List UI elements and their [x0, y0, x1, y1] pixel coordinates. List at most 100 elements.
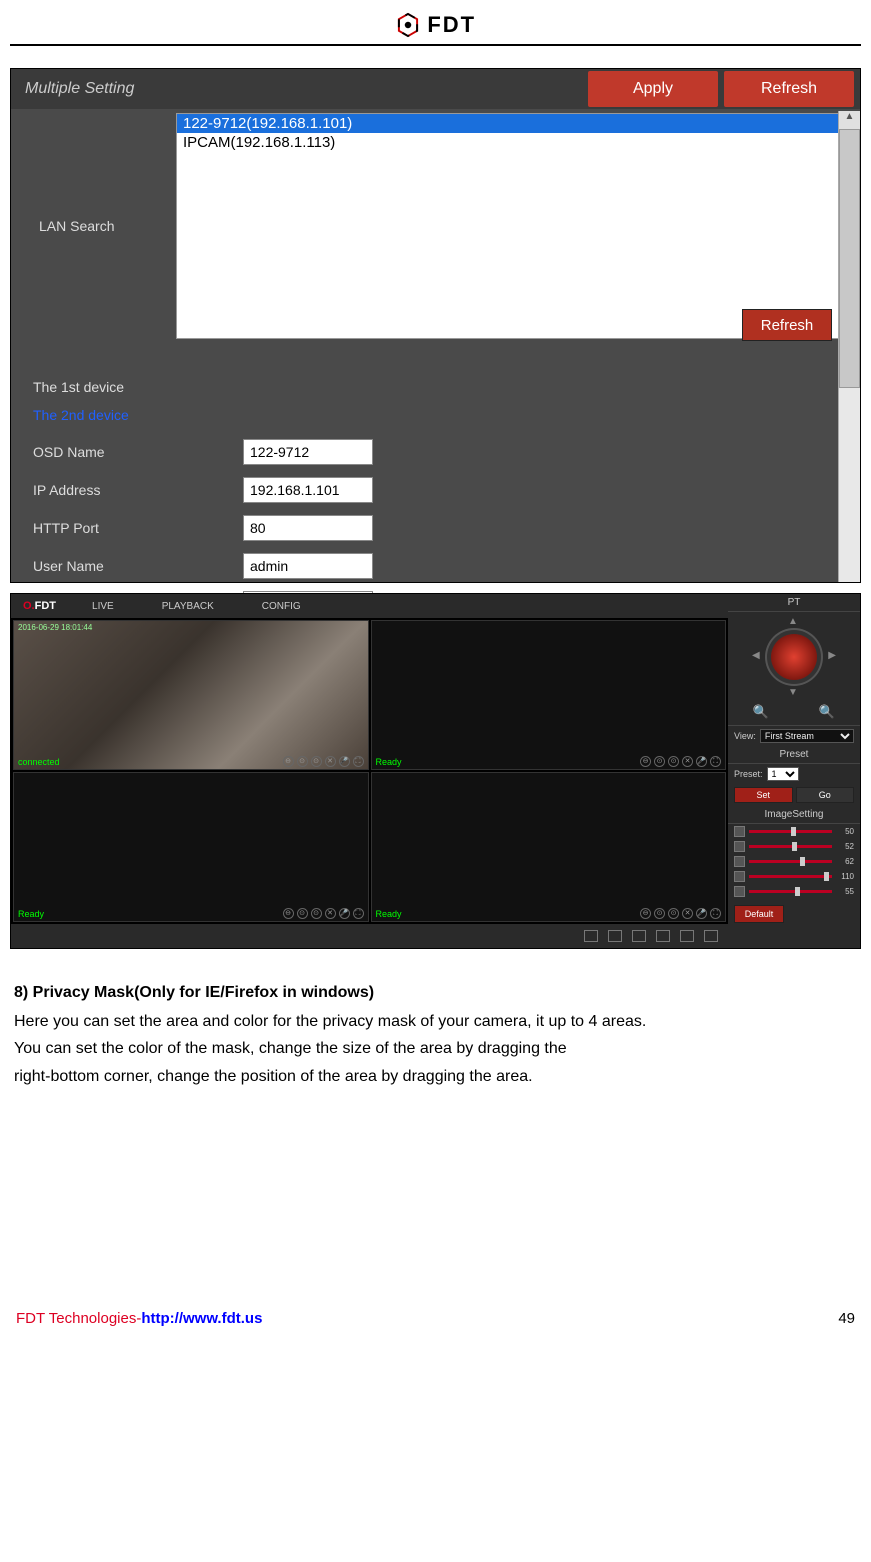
mute-icon[interactable]: ✕ [682, 908, 693, 919]
mic-icon[interactable]: 🎤 [339, 908, 350, 919]
ctrl-icon[interactable]: ⊙ [297, 908, 308, 919]
app-logo: O.FDT [11, 600, 68, 612]
ctrl-icon[interactable]: ⊙ [311, 908, 322, 919]
slider-contrast[interactable]: 52 [728, 839, 860, 854]
live-view-screenshot: O.FDT LIVE PLAYBACK CONFIG 2016-06-29 18… [10, 593, 861, 949]
scrollbar[interactable]: ▲ [838, 111, 860, 582]
layout-list-icon[interactable] [680, 930, 694, 942]
nav-config[interactable]: CONFIG [238, 601, 325, 612]
osd-name-label: OSD Name [33, 444, 243, 460]
expand-icon[interactable]: ⛶ [353, 756, 364, 767]
mute-icon[interactable]: ✕ [325, 756, 336, 767]
slider-saturation[interactable]: 110 [728, 869, 860, 884]
sd-icon[interactable] [632, 930, 646, 942]
lan-search-label: LAN Search [11, 113, 176, 339]
zoom-out-icon[interactable]: 🔍 [819, 704, 835, 720]
layout-grid-icon[interactable] [704, 930, 718, 942]
status-connected: connected [18, 757, 60, 767]
user-name-input[interactable] [243, 553, 373, 579]
ctrl-icon[interactable]: ⊖ [640, 908, 651, 919]
slider-hue[interactable]: 62 [728, 854, 860, 869]
apply-button[interactable]: Apply [588, 71, 718, 107]
video-cell-2[interactable]: Ready ⊖⊙⊙✕🎤⛶ [371, 620, 727, 770]
ptz-down-icon[interactable]: ▼ [788, 687, 798, 698]
ctrl-icon[interactable]: ⊙ [297, 756, 308, 767]
sharpness-icon [734, 886, 745, 897]
ptz-left-icon[interactable]: ◀ [752, 650, 760, 661]
record-icon[interactable] [608, 930, 622, 942]
expand-icon[interactable]: ⛶ [710, 756, 721, 767]
mic-icon[interactable]: 🎤 [696, 756, 707, 767]
ctrl-icon[interactable]: ⊙ [668, 908, 679, 919]
layout-1-icon[interactable] [656, 930, 670, 942]
view-select[interactable]: First Stream [760, 729, 854, 743]
scroll-up-icon[interactable]: ▲ [839, 111, 860, 129]
default-button[interactable]: Default [734, 905, 784, 923]
device-listbox[interactable]: 122-9712(192.168.1.101) IPCAM(192.168.1.… [176, 113, 850, 339]
top-bar: Multiple Setting Apply Refresh [11, 69, 860, 109]
cell-controls: ⊖⊙⊙✕🎤⛶ [640, 756, 721, 767]
user-name-label: User Name [33, 558, 243, 574]
ptz-up-icon[interactable]: ▲ [788, 616, 798, 627]
bottom-toolbar [11, 924, 728, 948]
ctrl-icon[interactable]: ⊙ [311, 756, 322, 767]
list-item-selected[interactable]: 122-9712(192.168.1.101) [177, 114, 849, 133]
page-number: 49 [838, 1310, 855, 1327]
ctrl-icon[interactable]: ⊙ [654, 756, 665, 767]
mic-icon[interactable]: 🎤 [339, 756, 350, 767]
ctrl-icon[interactable]: ⊙ [668, 756, 679, 767]
ctrl-icon[interactable]: ⊖ [283, 756, 294, 767]
brightness-icon [734, 826, 745, 837]
scroll-thumb[interactable] [839, 129, 860, 388]
footer-company: FDT Technologies-http://www.fdt.us [16, 1310, 262, 1327]
preset-select[interactable]: 1 [767, 767, 799, 781]
ctrl-icon[interactable]: ⊙ [654, 908, 665, 919]
http-port-input[interactable] [243, 515, 373, 541]
device-tab-2[interactable]: The 2nd device [33, 401, 860, 429]
body-text: 8) Privacy Mask(Only for IE/Firefox in w… [10, 979, 861, 1090]
multiple-setting-screenshot: Multiple Setting Apply Refresh LAN Searc… [10, 68, 861, 583]
refresh-button[interactable]: Refresh [724, 71, 854, 107]
status-ready: Ready [376, 909, 402, 919]
video-cell-3[interactable]: Ready ⊖⊙⊙✕🎤⛶ [13, 772, 369, 922]
image-setting-title: ImageSetting [728, 806, 860, 824]
view-label: View: [734, 731, 756, 741]
expand-icon[interactable]: ⛶ [353, 908, 364, 919]
ptz-joystick[interactable] [771, 634, 817, 680]
expand-icon[interactable]: ⛶ [710, 908, 721, 919]
brand-text: FDT [427, 12, 476, 37]
ptz-control[interactable]: ▲ ▼ ◀ ▶ [728, 612, 860, 702]
mute-icon[interactable]: ✕ [682, 756, 693, 767]
slider-brightness[interactable]: 50 [728, 824, 860, 839]
device-tab-1[interactable]: The 1st device [33, 373, 860, 401]
section-heading: 8) Privacy Mask(Only for IE/Firefox in w… [14, 979, 857, 1006]
video-cell-4[interactable]: Ready ⊖⊙⊙✕🎤⛶ [371, 772, 727, 922]
preset-title: Preset [728, 746, 860, 764]
footer-url[interactable]: http://www.fdt.us [141, 1310, 262, 1327]
list-item[interactable]: IPCAM(192.168.1.113) [177, 133, 849, 152]
ctrl-icon[interactable]: ⊖ [283, 908, 294, 919]
preset-label: Preset: [734, 769, 763, 779]
zoom-in-icon[interactable]: 🔍 [753, 704, 769, 720]
page-footer: FDT Technologies-http://www.fdt.us 49 [10, 1090, 861, 1327]
refresh-list-button[interactable]: Refresh [742, 309, 832, 341]
ptz-right-icon[interactable]: ▶ [828, 650, 836, 661]
osd-name-input[interactable] [243, 439, 373, 465]
ip-address-input[interactable] [243, 477, 373, 503]
slider-sharpness[interactable]: 55 [728, 884, 860, 899]
ctrl-icon[interactable]: ⊖ [640, 756, 651, 767]
video-cell-1[interactable]: 2016-06-29 18:01:44 connected ⊖⊙⊙✕🎤⛶ [13, 620, 369, 770]
nav-playback[interactable]: PLAYBACK [138, 601, 238, 612]
go-button[interactable]: Go [796, 787, 855, 803]
snapshot-icon[interactable] [584, 930, 598, 942]
nav-live[interactable]: LIVE [68, 601, 138, 612]
mic-icon[interactable]: 🎤 [696, 908, 707, 919]
status-ready: Ready [376, 757, 402, 767]
contrast-icon [734, 841, 745, 852]
fdt-logo-icon [395, 12, 421, 38]
video-grid: 2016-06-29 18:01:44 connected ⊖⊙⊙✕🎤⛶ Rea… [11, 618, 728, 924]
right-panel: PT ▲ ▼ ◀ ▶ 🔍 🔍 View: First Stream Preset… [728, 594, 860, 948]
mute-icon[interactable]: ✕ [325, 908, 336, 919]
set-button[interactable]: Set [734, 787, 793, 803]
paragraph: Here you can set the area and color for … [14, 1008, 857, 1035]
